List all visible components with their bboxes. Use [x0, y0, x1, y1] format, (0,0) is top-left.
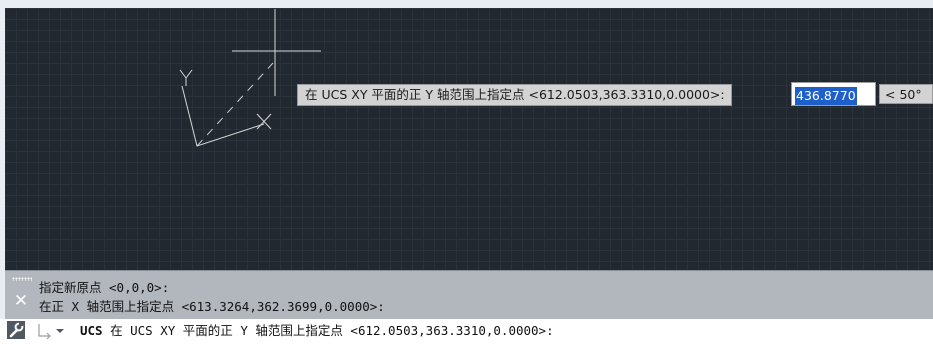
dynamic-input-prompt: 在 UCS XY 平面的正 Y 轴范围上指定点 <612.0503,363.33… — [297, 84, 732, 106]
wrench-icon[interactable] — [7, 321, 25, 339]
command-line-text[interactable]: UCS 在 UCS XY 平面的正 Y 轴范围上指定点 <612.0503,36… — [80, 322, 554, 340]
autocad-window: 在 UCS XY 平面的正 Y 轴范围上指定点 <612.0503,363.33… — [0, 0, 933, 342]
history-line: 指定新原点 <0,0,0>: — [39, 280, 170, 295]
command-prompt: 在 UCS XY 平面的正 Y 轴范围上指定点 <612.0503,363.33… — [102, 323, 554, 338]
command-name: UCS — [80, 323, 103, 338]
history-line: 在正 X 轴范围上指定点 <613.3264,362.3699,0.0000>: — [39, 299, 385, 314]
command-recent-icon[interactable] — [35, 322, 75, 340]
canvas-overlay — [179, 9, 321, 147]
ucs-icon — [179, 69, 272, 147]
command-history-panel: ✕ 指定新原点 <0,0,0>: 在正 X 轴范围上指定点 <613.3264,… — [5, 270, 933, 319]
grip-icon[interactable] — [12, 277, 32, 281]
dynamic-input-value[interactable]: 436.8770 — [795, 87, 857, 105]
drawing-canvas[interactable]: 在 UCS XY 平面的正 Y 轴范围上指定点 <612.0503,363.33… — [5, 8, 933, 270]
dynamic-input-value-field[interactable]: 436.8770 — [791, 82, 876, 106]
command-line[interactable]: UCS 在 UCS XY 平面的正 Y 轴范围上指定点 <612.0503,36… — [0, 319, 933, 342]
crosshair-cursor — [232, 9, 321, 96]
close-icon[interactable]: ✕ — [11, 291, 31, 311]
dynamic-input-angle[interactable]: < 50° — [879, 84, 933, 104]
